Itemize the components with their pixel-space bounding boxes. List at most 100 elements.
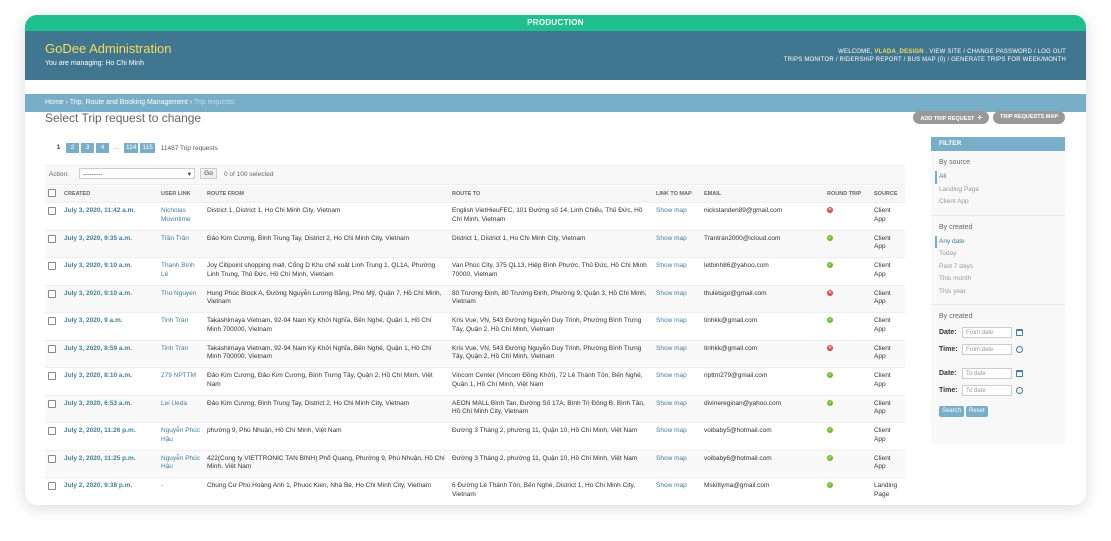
row-checkbox[interactable] [45, 230, 61, 258]
page-link[interactable]: 4 [96, 143, 109, 153]
user-link[interactable]: Nguyễn Phúc Hậu [158, 450, 204, 478]
created-link[interactable]: July 3, 2020, 6:53 a.m. [61, 395, 158, 423]
calendar-icon[interactable] [1016, 370, 1023, 377]
row-checkbox[interactable] [45, 477, 61, 505]
created-link[interactable]: July 3, 2020, 8:59 a.m. [61, 340, 158, 368]
add-trip-request-button[interactable]: ADD TRIP REQUEST + [913, 111, 990, 124]
checkbox[interactable] [48, 317, 56, 325]
created-link[interactable]: July 3, 2020, 9 a.m. [61, 312, 158, 341]
show-map-link[interactable]: Show map [653, 395, 701, 423]
show-map-link[interactable]: Show map [653, 422, 701, 451]
user-link[interactable]: Tinh Tran [158, 340, 204, 368]
checkbox[interactable] [48, 427, 56, 435]
col-created[interactable]: CREATED [61, 186, 158, 203]
filter-option[interactable]: This month [939, 273, 1065, 286]
tool-links[interactable]: TRIPS MONITOR / RIDERSHIP REPORT / BUS M… [784, 56, 1066, 64]
breadcrumb-section[interactable]: Trip, Route and Booking Management [70, 99, 188, 106]
site-brand[interactable]: GoDee Administration [45, 41, 171, 56]
filter-option[interactable]: Today [939, 248, 1065, 261]
show-map-link[interactable]: Show map [653, 202, 701, 231]
col-round-trip[interactable]: ROUND TRIP [824, 186, 871, 203]
search-button[interactable]: Search [939, 406, 965, 417]
page-link[interactable]: 3 [81, 143, 94, 153]
row-checkbox[interactable] [45, 367, 61, 396]
page-link[interactable]: 115 [140, 143, 155, 153]
user-link[interactable]: Thanh Bình Lê [158, 257, 204, 286]
reset-button[interactable]: Reset [966, 406, 988, 417]
row-checkbox[interactable] [45, 340, 61, 368]
filter-option[interactable]: Any date [935, 235, 1065, 248]
from-time-input[interactable]: From date [962, 344, 1012, 355]
user-link[interactable]: Trần Trân [158, 230, 204, 258]
row-checkbox[interactable] [45, 285, 61, 313]
created-link[interactable]: July 3, 2020, 9:10 a.m. [61, 285, 158, 313]
show-map-link[interactable]: Show map [653, 285, 701, 313]
clock-icon[interactable] [1016, 346, 1023, 353]
created-link[interactable]: July 3, 2020, 8:10 a.m. [61, 367, 158, 396]
user-link[interactable]: Lei Ueda [158, 395, 204, 423]
show-map-link[interactable]: Show map [653, 450, 701, 478]
row-checkbox[interactable] [45, 395, 61, 423]
col-email[interactable]: EMAIL [701, 186, 824, 203]
filter-option[interactable]: This year [939, 286, 1065, 299]
created-link[interactable]: July 3, 2020, 11:42 a.m. [61, 202, 158, 231]
user-link[interactable]: 279 NPTTM [158, 367, 204, 396]
col-source[interactable]: SOURCE [871, 186, 905, 203]
user-link[interactable]: Nicholas Movintime [158, 202, 204, 231]
row-checkbox[interactable] [45, 202, 61, 231]
row-checkbox[interactable] [45, 450, 61, 478]
to-time-input[interactable]: To date [962, 385, 1012, 396]
show-map-link[interactable]: Show map [653, 230, 701, 258]
col-user-link[interactable]: USER LINK [158, 186, 204, 203]
calendar-icon[interactable] [1016, 329, 1023, 336]
col-route-to[interactable]: ROUTE TO [449, 186, 653, 203]
checkbox[interactable] [48, 454, 56, 463]
row-checkbox[interactable] [45, 422, 61, 451]
time-label: Time: [939, 387, 958, 394]
created-link[interactable]: July 2, 2020, 11:26 p.m. [61, 422, 158, 451]
show-map-link[interactable]: Show map [653, 257, 701, 286]
row-checkbox[interactable] [45, 257, 61, 286]
action-select[interactable]: --------- [79, 168, 195, 180]
user-link[interactable]: - [158, 477, 204, 505]
checkbox[interactable] [48, 207, 56, 215]
table-row: July 3, 2020, 9:10 a.m. Thanh Bình Lê Joy … [45, 257, 905, 286]
breadcrumb-home[interactable]: Home [45, 99, 64, 106]
user-link[interactable]: Tinh Tran [158, 312, 204, 341]
table-row: July 2, 2020, 11:25 p.m. Nguyễn Phúc Hậu 4… [45, 450, 905, 478]
checkbox[interactable] [48, 289, 56, 298]
checkbox[interactable] [48, 372, 56, 380]
checkbox[interactable] [48, 482, 56, 490]
source: Client App [871, 202, 905, 231]
page-link[interactable]: 114 [124, 143, 139, 153]
created-link[interactable]: July 2, 2020, 9:38 p.m. [61, 477, 158, 505]
to-date-input[interactable]: To date [962, 368, 1012, 379]
col-route-from[interactable]: ROUTE FROM [204, 186, 449, 203]
from-date-input[interactable]: From date [962, 327, 1012, 338]
filter-option[interactable]: All [935, 171, 1065, 184]
go-button[interactable]: Go [200, 168, 217, 179]
checkbox[interactable] [48, 344, 56, 353]
created-link[interactable]: July 3, 2020, 9:10 a.m. [61, 257, 158, 286]
checkbox[interactable] [48, 234, 56, 243]
user-link[interactable]: Nguyễn Phúc Hậu [158, 422, 204, 451]
checkbox[interactable] [48, 399, 56, 408]
show-map-link[interactable]: Show map [653, 312, 701, 341]
show-map-link[interactable]: Show map [653, 340, 701, 368]
created-link[interactable]: July 3, 2020, 9:35 a.m. [61, 230, 158, 258]
filter-option[interactable]: Past 7 days [939, 261, 1065, 274]
trip-requests-map-button[interactable]: TRIP REQUESTS MAP [993, 111, 1065, 124]
checkbox[interactable] [48, 262, 56, 270]
created-link[interactable]: July 2, 2020, 11:25 p.m. [61, 450, 158, 478]
filter-option[interactable]: Landing Page [939, 184, 1065, 197]
user-link[interactable]: Thu Nguyen [158, 285, 204, 313]
page-link[interactable]: 2 [66, 143, 79, 153]
welcome-text: WELCOME, [838, 49, 873, 55]
show-map-link[interactable]: Show map [653, 477, 701, 505]
filter-option[interactable]: Client App [939, 196, 1065, 209]
show-map-link[interactable]: Show map [653, 367, 701, 396]
account-links[interactable]: . VIEW SITE / CHANGE PASSWORD / LOG OUT [926, 49, 1066, 55]
clock-icon[interactable] [1016, 387, 1023, 394]
select-all-checkbox[interactable] [45, 186, 61, 203]
row-checkbox[interactable] [45, 312, 61, 341]
